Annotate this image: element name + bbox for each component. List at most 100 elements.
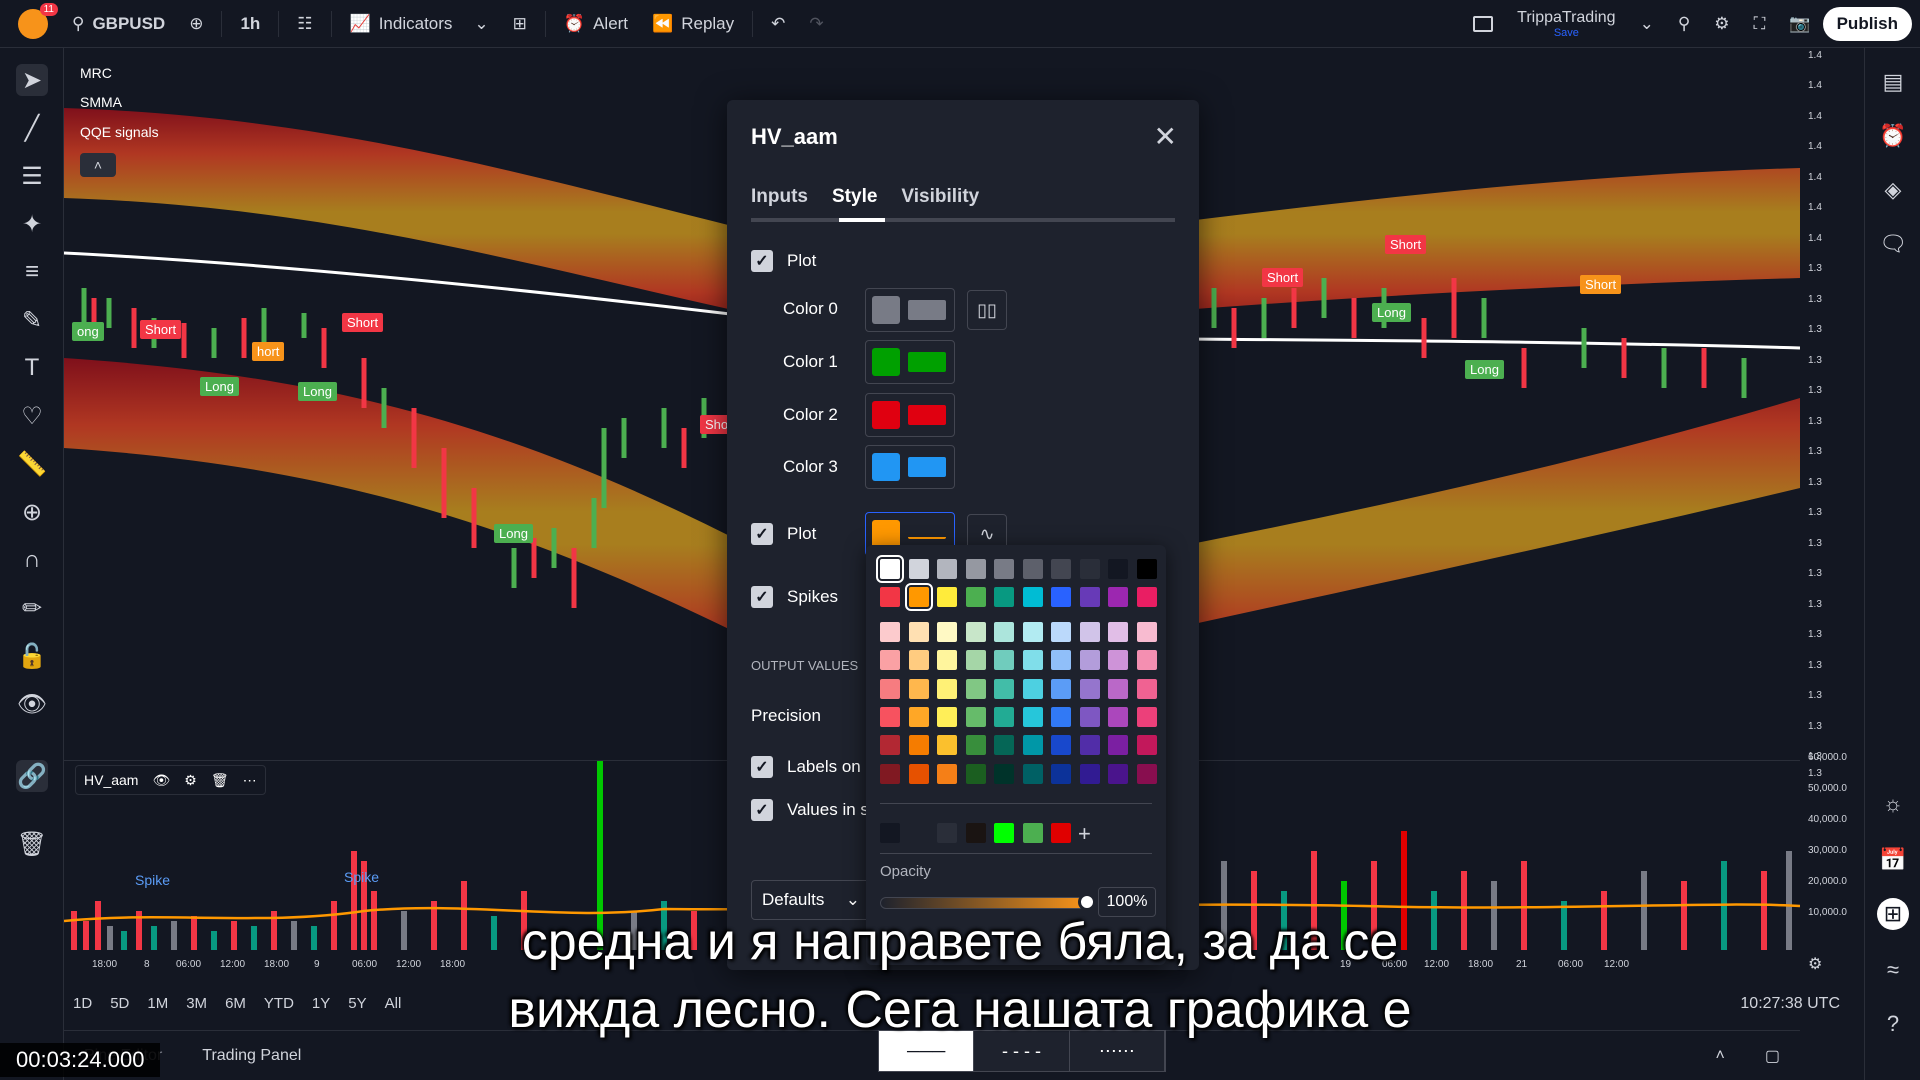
color-swatch[interactable]: [880, 823, 900, 843]
brush-icon[interactable]: ✎: [16, 304, 48, 336]
color-swatch[interactable]: [1136, 763, 1157, 784]
opacity-slider[interactable]: [880, 897, 1086, 909]
eye-icon[interactable]: 👁: [16, 688, 48, 720]
color-swatch[interactable]: [1108, 622, 1128, 642]
color-swatch[interactable]: [965, 706, 986, 727]
layout-name-button[interactable]: TrippaTrading Save: [1505, 0, 1627, 48]
color-swatch[interactable]: [908, 559, 929, 579]
color-swatch[interactable]: [994, 735, 1014, 756]
color-swatch[interactable]: [908, 622, 929, 642]
color-swatch[interactable]: [908, 650, 929, 671]
watchlist-icon[interactable]: ▤: [1877, 66, 1909, 98]
color-swatch[interactable]: [1079, 622, 1100, 642]
layouts-button[interactable]: ⊞: [501, 0, 539, 48]
color-swatch[interactable]: [1136, 678, 1157, 699]
color-swatch[interactable]: [1136, 587, 1157, 607]
color-swatch[interactable]: [1022, 650, 1043, 671]
undo-button[interactable]: ↶: [759, 0, 797, 48]
color-swatch[interactable]: [1051, 559, 1071, 579]
color-swatch[interactable]: [1079, 559, 1100, 579]
color-swatch[interactable]: [1022, 678, 1043, 699]
color-swatch[interactable]: [965, 678, 986, 699]
color-swatch[interactable]: [880, 763, 900, 784]
color-swatch[interactable]: [1136, 622, 1157, 642]
tab-style[interactable]: Style: [832, 186, 877, 208]
labels-on-scale-checkbox[interactable]: ✓: [751, 756, 773, 778]
color-1-button[interactable]: [865, 340, 955, 384]
color-swatch[interactable]: [1022, 559, 1043, 579]
more-icon[interactable]: ⋯: [243, 772, 257, 789]
color-swatch[interactable]: [937, 622, 957, 642]
redo-button[interactable]: ↷: [797, 0, 835, 48]
color-swatch[interactable]: [937, 735, 957, 756]
color-swatch[interactable]: [1108, 650, 1128, 671]
color-swatch[interactable]: [937, 823, 957, 843]
color-swatch[interactable]: [937, 678, 957, 699]
color-swatch[interactable]: [880, 706, 900, 727]
opacity-slider-handle[interactable]: [1078, 893, 1096, 911]
lock-icon[interactable]: 🔓: [16, 640, 48, 672]
color-swatch[interactable]: [1136, 706, 1157, 727]
color-swatch[interactable]: [908, 823, 929, 843]
alerts-clock-icon[interactable]: ⏰: [1877, 120, 1909, 152]
color-swatch[interactable]: [965, 735, 986, 756]
color-swatch[interactable]: [965, 587, 986, 607]
color-swatch[interactable]: [937, 559, 957, 579]
color-swatch[interactable]: [880, 650, 900, 671]
fullscreen-layout-toggle[interactable]: [1461, 0, 1505, 48]
color-swatch[interactable]: [994, 622, 1014, 642]
color-swatch[interactable]: [1108, 706, 1128, 727]
color-swatch[interactable]: [1079, 735, 1100, 756]
color-swatch[interactable]: [994, 678, 1014, 699]
color-swatch[interactable]: [1051, 706, 1071, 727]
legend-collapse-button[interactable]: ˄: [80, 153, 116, 177]
color-swatch[interactable]: [880, 735, 900, 756]
histogram-style-button[interactable]: ▯▯: [967, 290, 1007, 330]
quick-search-button[interactable]: ⚲: [1666, 0, 1702, 48]
color-swatch[interactable]: [965, 650, 986, 671]
maximize-icon[interactable]: ▢: [1745, 1046, 1800, 1066]
calendar-icon[interactable]: 📅: [1877, 844, 1909, 876]
price-axis[interactable]: 1.4 1.4 1.4 1.4 1.4 1.4 1.4 1.3 1.3 1.3 …: [1800, 48, 1864, 973]
pattern-icon[interactable]: ✦: [16, 208, 48, 240]
gear-icon[interactable]: ⚙: [184, 772, 197, 789]
zoom-icon[interactable]: ⊕: [16, 496, 48, 528]
color-swatch[interactable]: [1079, 678, 1100, 699]
color-swatch[interactable]: [1022, 735, 1043, 756]
layers-icon[interactable]: ◈: [1877, 174, 1909, 206]
color-swatch[interactable]: [1108, 587, 1128, 607]
color-swatch[interactable]: [937, 587, 957, 607]
indicators-button[interactable]: 📈 Indicators ⌄: [338, 0, 501, 48]
color-swatch[interactable]: [1108, 763, 1128, 784]
color-swatch[interactable]: [1022, 587, 1043, 607]
color-swatch[interactable]: [937, 650, 957, 671]
replay-button[interactable]: ⏪ Replay: [640, 0, 746, 48]
color-swatch[interactable]: [908, 763, 929, 784]
legend-smma[interactable]: SMMA: [80, 94, 122, 110]
fib-icon[interactable]: ☰: [16, 160, 48, 192]
color-swatch[interactable]: [994, 823, 1014, 843]
color-swatch[interactable]: [937, 763, 957, 784]
color-swatch[interactable]: [1022, 823, 1043, 843]
color-swatch[interactable]: [1079, 763, 1100, 784]
layout-menu-button[interactable]: ⌄: [1628, 0, 1666, 48]
color-swatch[interactable]: [994, 559, 1014, 579]
eye-icon[interactable]: 👁: [152, 772, 170, 789]
tab-visibility[interactable]: Visibility: [901, 186, 979, 208]
color-swatch[interactable]: [1079, 650, 1100, 671]
compare-symbol-button[interactable]: ⊕: [177, 0, 215, 48]
color-swatch[interactable]: [1108, 735, 1128, 756]
trash-icon[interactable]: 🗑: [211, 772, 229, 789]
color-swatch[interactable]: [965, 559, 986, 579]
color-swatch[interactable]: [880, 587, 900, 607]
symbol-search-button[interactable]: ⚲ GBPUSD: [60, 0, 177, 48]
add-color-button[interactable]: +: [1078, 821, 1091, 847]
color-swatch[interactable]: [908, 706, 929, 727]
pencil-lock-icon[interactable]: ✏: [16, 592, 48, 624]
chevron-up-icon[interactable]: ˄: [1696, 1047, 1745, 1065]
color-swatch[interactable]: [1079, 587, 1100, 607]
color-swatch[interactable]: [1136, 650, 1157, 671]
color-swatch[interactable]: [1051, 622, 1071, 642]
color-swatch[interactable]: [880, 622, 900, 642]
color-swatch[interactable]: [994, 763, 1014, 784]
